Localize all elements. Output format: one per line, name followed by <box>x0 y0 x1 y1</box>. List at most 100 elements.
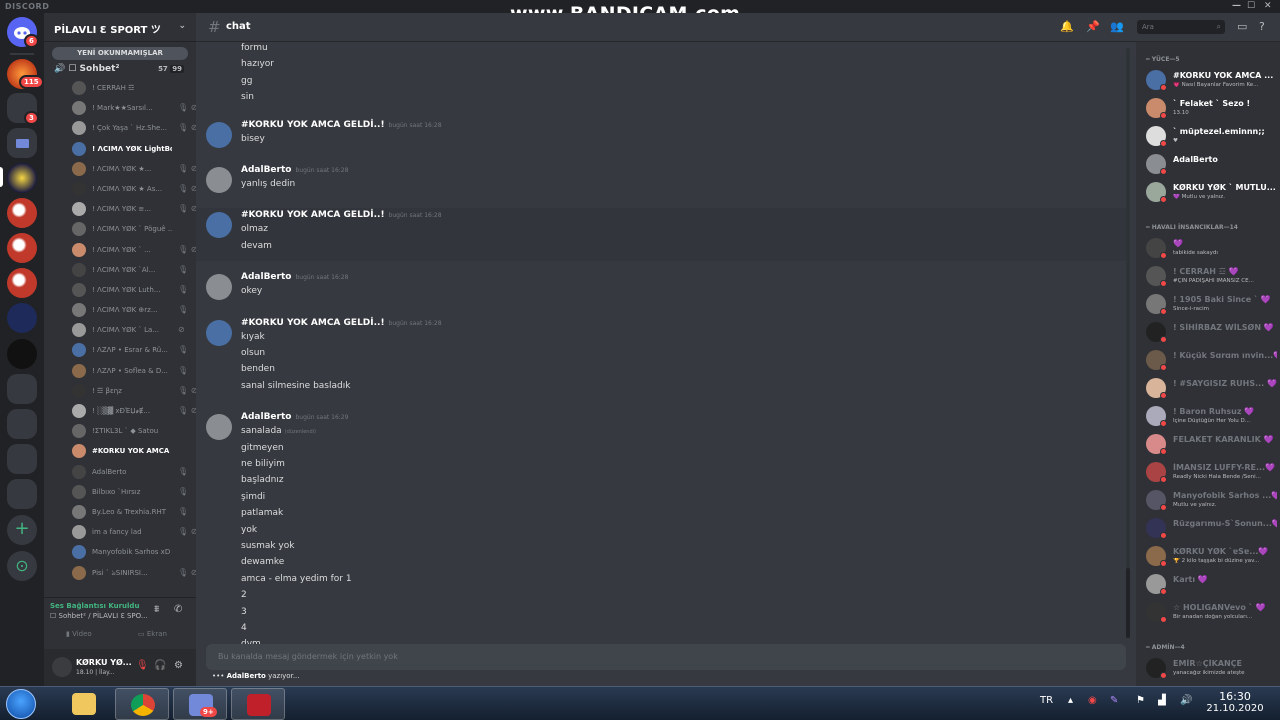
server-folder-5[interactable] <box>7 479 37 509</box>
server-icon-2[interactable] <box>7 163 37 193</box>
voice-user[interactable]: AdalBerto 🎙 <box>44 462 196 482</box>
voice-user[interactable]: ! ΛCIMΛ YØK ⊕rz... 🎙 <box>44 300 196 320</box>
clock[interactable]: 16:30 21.10.2020 <box>1190 690 1280 714</box>
member-item[interactable]: KØRKU YØK ` MUTLU... 💜 Mutlu ve yalnız. <box>1136 178 1280 206</box>
member-item[interactable]: Kartı 💜 <box>1136 570 1280 598</box>
member-item[interactable]: ! Küçük Sɑrɑm ınvin...💜 <box>1136 346 1280 374</box>
message-group[interactable]: AdalBerto bugün saat 16:28 okey <box>196 270 1126 306</box>
member-item[interactable]: Manyofobik Sarhos ...💜 Mutlu ve yalnız. <box>1136 486 1280 514</box>
message-group[interactable]: AdalBerto bugün saat 16:29 sanalada (düzenl… <box>196 410 1126 644</box>
search-input[interactable]: Ara ⌕ <box>1137 20 1225 34</box>
voice-user[interactable]: Pisi ` ঌSINIRSI... 🎙 ⊘ <box>44 563 196 583</box>
minimize-button[interactable]: — <box>1232 1 1241 11</box>
member-item[interactable]: İMANSIZ LUFFY-RE...💜 Readly Nicki Hala Be… <box>1136 458 1280 486</box>
voice-user[interactable]: !ΣTIKL3L ` ◆ Satou <box>44 421 196 441</box>
member-item[interactable]: #KORKU YOK AMCA ... 💗 Nasıl Bayanlar Favo… <box>1136 66 1280 94</box>
voice-user[interactable]: ! ΛCIMΛ YØK ≡... 🎙 ⊘ <box>44 199 196 219</box>
member-item[interactable]: ! CERRAH ☲ 💜 #ÇİN PADİŞAHI İMANSIZ CE... <box>1136 262 1280 290</box>
message-group[interactable]: AdalBerto bugün saat 16:28 yanlış dedin <box>196 163 1126 199</box>
server-header[interactable]: PİLAVLI Ɛ SPORT ツ ⌄ <box>44 13 196 42</box>
voice-user[interactable]: im a fancy lad 🎙 ⊘ <box>44 522 196 542</box>
inbox-icon[interactable]: ▭ <box>1237 20 1247 33</box>
avatar[interactable] <box>206 319 232 346</box>
close-button[interactable]: ✕ <box>1264 1 1272 11</box>
chevron-down-icon[interactable]: ⌄ <box>178 21 186 31</box>
member-item[interactable]: ! SİHİRBAZ WİLSØN 💜 <box>1136 318 1280 346</box>
scrollbar-thumb[interactable] <box>1126 568 1130 638</box>
folder-icon[interactable] <box>7 128 37 158</box>
voice-channel-path[interactable]: ☐ Sohbet² / PİLAVLI Ɛ SPO... <box>50 612 148 620</box>
explore-servers-icon[interactable]: ⊙ <box>7 551 37 581</box>
member-item[interactable]: ` müptezel.eminnn;; ♥ <box>1136 122 1280 150</box>
voice-channel[interactable]: 🔊 ☐ Sohbet² 57 99 <box>44 60 196 78</box>
screen-share-button[interactable]: ▭ Ekran <box>138 630 167 638</box>
flag-icon[interactable]: ⚑ <box>1136 695 1145 706</box>
scrollbar[interactable] <box>1126 48 1130 638</box>
server-icon-4[interactable] <box>7 233 37 263</box>
voice-user[interactable]: By.Leo & Trexhia.RHT 🎙 <box>44 502 196 522</box>
new-unread-pill[interactable]: YENİ OKUNMAMIŞLAR <box>52 47 188 60</box>
voice-user[interactable]: ! ΛZΛP • Soflea & D... 🎙 <box>44 361 196 381</box>
voice-user[interactable]: ! ΛCIMΛ YØK ` Pöguê ... <box>44 219 196 239</box>
record-icon[interactable]: ◉ <box>1088 695 1097 706</box>
voice-user[interactable]: ! Çok Yaşa ` Hz.She... 🎙 ⊘ <box>44 118 196 138</box>
disconnect-icon[interactable]: ✆ <box>174 604 182 615</box>
voice-user[interactable]: ! Mark★★Sarsıl... 🎙 ⊘ <box>44 98 196 118</box>
voice-user[interactable]: Bilbıxo `Hırsız 🎙 <box>44 482 196 502</box>
member-item[interactable]: FELAKET KARANLIK 💜 <box>1136 430 1280 458</box>
pen-icon[interactable]: ✎ <box>1110 695 1118 706</box>
server-icon-5[interactable] <box>7 268 37 298</box>
member-item[interactable]: ☆ HOLIGANVevo ` 💜 Bir anadan doğan yolcul… <box>1136 598 1280 626</box>
server-icon-6[interactable] <box>7 339 37 369</box>
voice-user[interactable]: ! ΛCIMΛ YØK LightBolth... <box>44 139 196 159</box>
message-list[interactable]: formu hazıyor gg sin #KORKU YOK AMCA GELDİ..… <box>196 42 1136 644</box>
message-group[interactable]: #KORKU YOK AMCA GELDİ..! bugün saat 16:28… <box>196 118 1126 154</box>
message-author[interactable]: AdalBerto bugün saat 16:28 <box>241 165 348 175</box>
tray-arrow-icon[interactable]: ▴ <box>1068 695 1073 706</box>
maximize-button[interactable]: ☐ <box>1247 1 1255 11</box>
member-item[interactable]: 💜 tabikide sakaydı <box>1136 234 1280 262</box>
member-item[interactable]: KØRKU YØK `ɐSɐ...💜 🏆 2 kilo taşşak bi düz… <box>1136 542 1280 570</box>
server-folder-4[interactable] <box>7 444 37 474</box>
voice-user[interactable]: ! ΛCIMΛ YØK ★ As... 🎙 ⊘ <box>44 179 196 199</box>
mute-icon[interactable]: 🎙 <box>136 660 149 671</box>
voice-user[interactable]: ! ΛCIMΛ YØK Luth... 🎙 <box>44 280 196 300</box>
server-icon-3[interactable] <box>7 198 37 228</box>
message-author[interactable]: #KORKU YOK AMCA GELDİ..! bugün saat 16:28 <box>241 318 442 328</box>
member-item[interactable]: ` Felaket ` Sezo ! 13.10 <box>1136 94 1280 122</box>
members-icon[interactable]: 👥 <box>1110 20 1124 33</box>
message-author[interactable]: #KORKU YOK AMCA GELDİ..! bugün saat 16:28 <box>241 210 442 220</box>
avatar[interactable] <box>206 121 232 148</box>
member-item[interactable]: AdalBerto <box>1136 150 1280 178</box>
voice-user[interactable]: #KORKU YOK AMCA G... <box>44 441 196 461</box>
add-server-icon[interactable]: + <box>7 515 37 545</box>
message-group[interactable]: #KORKU YOK AMCA GELDİ..! bugün saat 16:28… <box>196 316 1126 402</box>
bell-icon[interactable]: 🔔 <box>1060 20 1074 33</box>
message-author[interactable]: AdalBerto bugün saat 16:29 <box>241 412 348 422</box>
avatar[interactable] <box>206 167 232 193</box>
member-item[interactable]: ! 1905 Baki Since ` 💜 Since-i-racim <box>1136 290 1280 318</box>
voice-user[interactable]: ! ΛCIMΛ YØK ★... 🎙 ⊘ <box>44 159 196 179</box>
member-item[interactable]: EMİR☆ÇİKANÇE yanacağız ikimizde ateşte <box>1136 654 1280 682</box>
message-author[interactable]: #KORKU YOK AMCA GELDİ..! bugün saat 16:28 <box>241 120 442 130</box>
server-folder-2[interactable] <box>7 374 37 404</box>
noise-suppression-icon[interactable]: ⩩ <box>154 604 159 615</box>
voice-user[interactable]: ! ΛZΛP • Esrar & Rü... 🎙 <box>44 340 196 360</box>
message-group[interactable]: #KORKU YOK AMCA GELDİ..! bugün saat 16:28… <box>196 208 1126 262</box>
network-icon[interactable]: ▟ <box>1158 695 1166 706</box>
start-button[interactable] <box>6 689 36 719</box>
voice-user[interactable]: ! CERRAH ☲ <box>44 78 196 98</box>
message-composer[interactable]: Bu kanalda mesaj göndermek için yetkin y… <box>206 644 1126 670</box>
video-button[interactable]: ▮ Video <box>66 630 92 638</box>
taskbar-chrome[interactable] <box>115 688 169 720</box>
server-folder-3[interactable] <box>7 409 37 439</box>
avatar[interactable] <box>206 212 232 239</box>
help-icon[interactable]: ? <box>1259 20 1265 33</box>
pin-icon[interactable]: 📌 <box>1086 20 1100 33</box>
taskbar-explorer[interactable] <box>57 688 111 720</box>
voice-user[interactable]: ! ░▒▓ xÐΈЏ҂Ɇ... 🎙 ⊘ <box>44 401 196 421</box>
voice-user[interactable]: Manyofobik Sarhos xD <box>44 542 196 562</box>
taskbar-discord[interactable]: 9+ <box>173 688 227 720</box>
member-item[interactable]: ! #SAYGISIZ RUHS... 💜 <box>1136 374 1280 402</box>
voice-user[interactable]: ! ☲ βεηz 🎙 ⊘ <box>44 381 196 401</box>
